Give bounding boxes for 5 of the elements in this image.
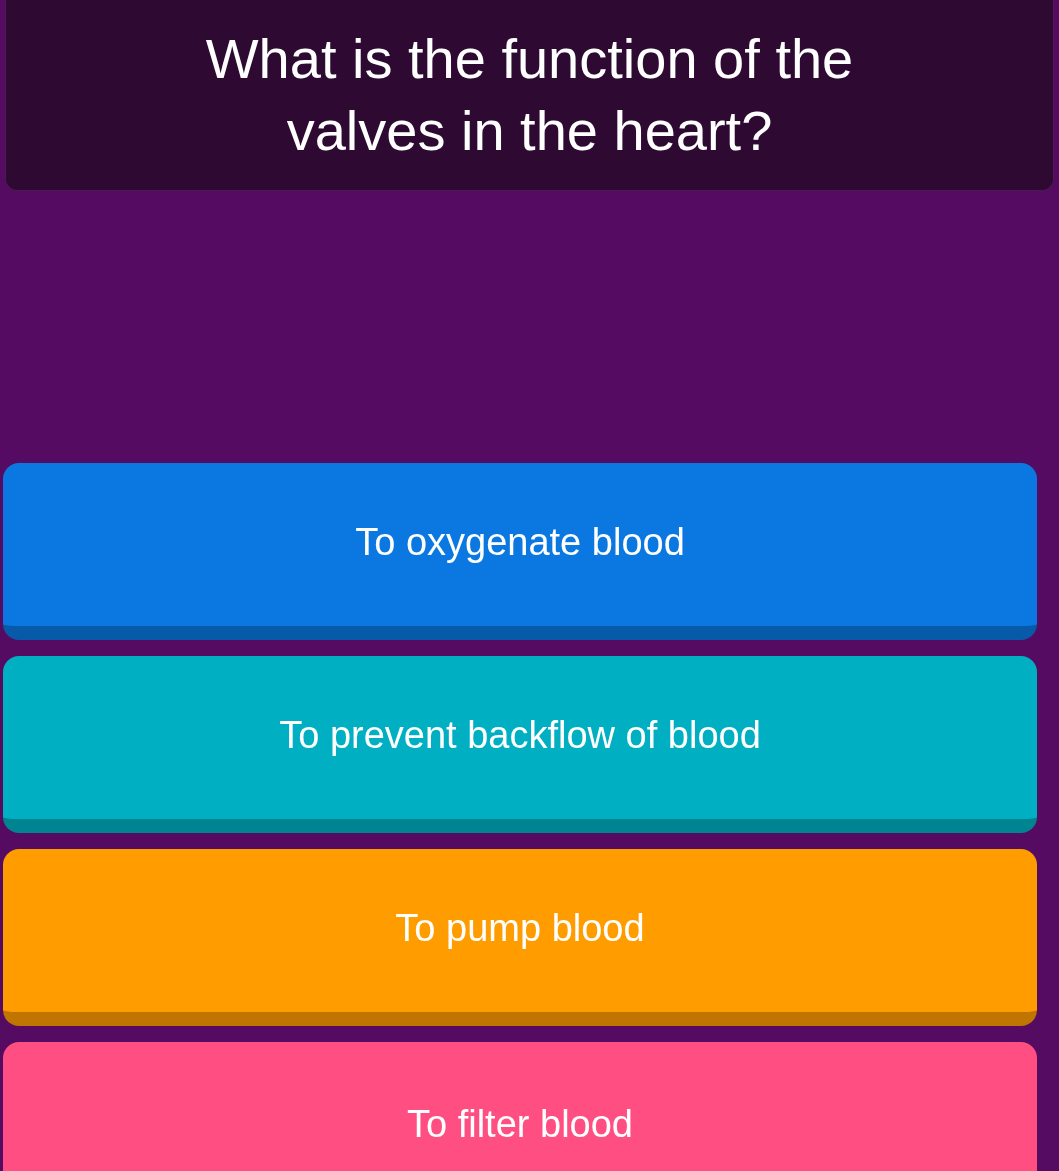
answer-button[interactable]: To filter blood	[3, 1042, 1037, 1171]
answer-button[interactable]: To oxygenate blood	[3, 463, 1037, 640]
answer-button[interactable]: To pump blood	[3, 849, 1037, 1026]
answer-button[interactable]: To prevent backflow of blood	[3, 656, 1037, 833]
question-text: What is the function of the valves in the heart?	[204, 26, 855, 164]
